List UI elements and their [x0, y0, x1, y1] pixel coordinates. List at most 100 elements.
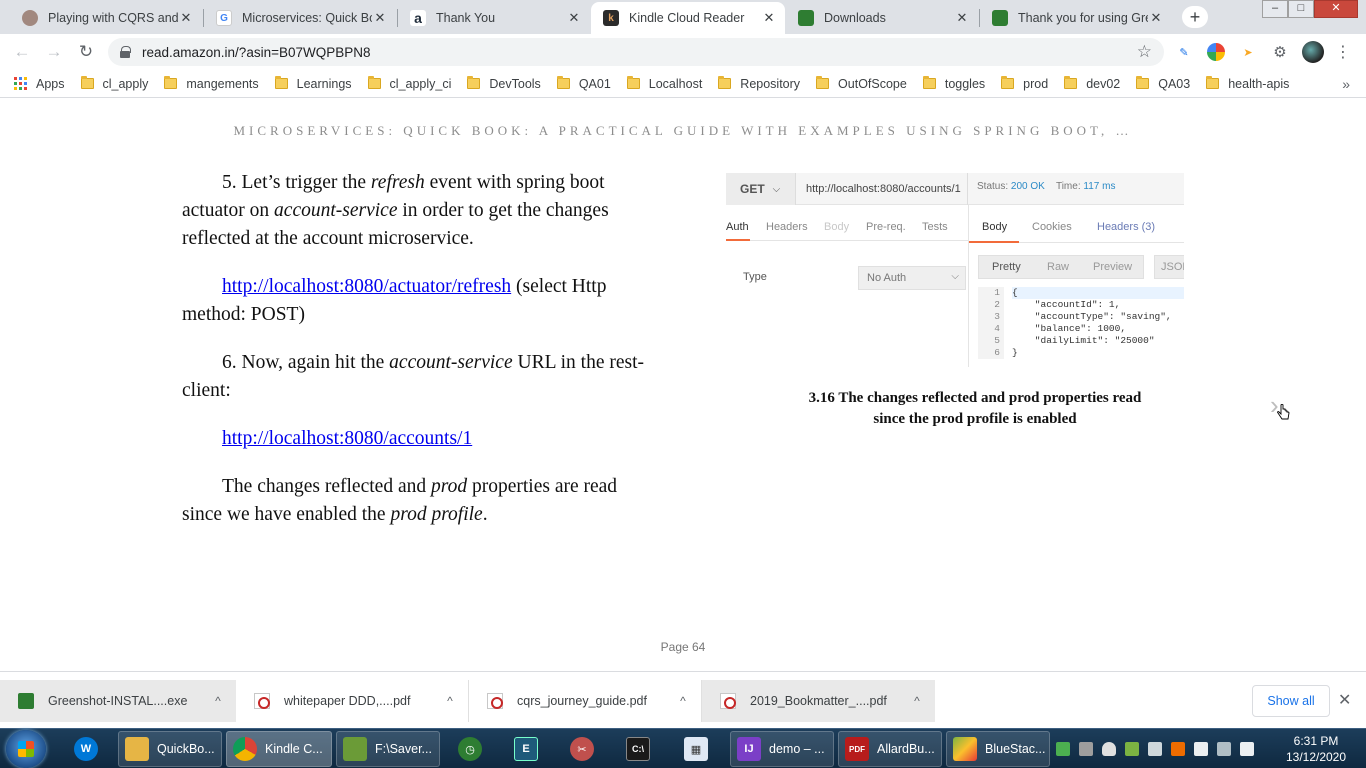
bookmark-folder[interactable]: QA01: [556, 76, 611, 91]
download-item[interactable]: Greenshot-INSTAL....exe ^: [0, 680, 236, 722]
bookmark-folder[interactable]: QA03: [1136, 76, 1191, 91]
download-item[interactable]: cqrs_journey_guide.pdf ^: [469, 680, 702, 722]
bookmark-folder[interactable]: Localhost: [626, 76, 702, 91]
taskbar-clock-app[interactable]: ◷: [452, 731, 488, 767]
folder-icon: [367, 76, 381, 89]
color-picker-icon[interactable]: [1207, 43, 1225, 61]
shield-icon[interactable]: [1102, 742, 1116, 756]
reload-button[interactable]: ↻: [74, 40, 98, 64]
line-number: 5: [978, 335, 1004, 347]
download-shelf: Greenshot-INSTAL....exe ^ whitepaper DDD…: [0, 671, 1366, 728]
bookmark-folder[interactable]: OutOfScope: [816, 76, 907, 91]
bookmark-apps[interactable]: Apps: [14, 77, 65, 91]
maximize-button[interactable]: □: [1288, 0, 1314, 18]
bluestacks-tray-icon[interactable]: [1125, 742, 1139, 756]
speaker-icon[interactable]: [1240, 742, 1254, 756]
taskbar-snipping[interactable]: ✂: [564, 731, 600, 767]
chevron-up-icon[interactable]: ^: [200, 694, 236, 708]
extension-arrow-icon[interactable]: ➤: [1239, 43, 1257, 61]
intellij-icon: IJ: [737, 737, 761, 761]
bookmark-folder[interactable]: Learnings: [274, 76, 352, 91]
bookmark-folder[interactable]: prod: [1001, 76, 1048, 91]
menu-kebab-icon[interactable]: ⋮: [1334, 43, 1352, 61]
taskbar-edge[interactable]: W: [68, 731, 104, 767]
response-view-toggle: Pretty Raw Preview: [978, 255, 1144, 279]
bookmark-folder[interactable]: dev02: [1064, 76, 1120, 91]
taskbar-bluestacks[interactable]: BlueStac...: [946, 731, 1050, 767]
system-tray: [1056, 737, 1263, 761]
back-button[interactable]: ←: [10, 40, 34, 64]
close-icon[interactable]: ✕: [1148, 10, 1164, 26]
download-item[interactable]: 2019_Bookmatter_....pdf ^: [702, 680, 935, 722]
tab-kindle-cloud-reader[interactable]: k Kindle Cloud Reader ✕: [591, 2, 785, 34]
code-line: 5 "dailyLimit": "25000": [978, 335, 1184, 347]
accounts-link[interactable]: http://localhost:8080/accounts/1: [222, 428, 472, 449]
code-line: 3 "accountType": "saving",: [978, 311, 1184, 323]
fig-tab-body: Body: [824, 221, 850, 233]
bookmark-folder[interactable]: cl_apply_ci: [367, 76, 451, 91]
tab-thank-you-greenshot[interactable]: Thank you for using Gree ✕: [980, 2, 1172, 34]
text: 5. Let’s trigger the: [222, 172, 371, 193]
volume-icon[interactable]: [1171, 742, 1185, 756]
reload-icon: ↻: [78, 42, 94, 61]
actuator-refresh-link[interactable]: http://localhost:8080/actuator/refresh: [222, 276, 511, 297]
greenshot-tray-icon[interactable]: [1056, 742, 1070, 756]
bookmark-folder[interactable]: mangements: [164, 76, 259, 91]
flag-icon[interactable]: [1194, 742, 1208, 756]
taskbar-notepad[interactable]: F:\Saver...: [336, 731, 440, 767]
bookmark-folder[interactable]: DevTools: [467, 76, 541, 91]
puzzle-icon[interactable]: ⚙: [1271, 43, 1289, 61]
minimize-button[interactable]: –: [1262, 0, 1288, 18]
system-clock[interactable]: 6:31 PM 13/12/2020: [1278, 733, 1354, 765]
taskbar-cmd[interactable]: C:\: [620, 731, 656, 767]
address-bar[interactable]: read.amazon.in/?asin=B07WQPBPN8 ☆: [108, 38, 1164, 66]
close-icon[interactable]: ✕: [566, 10, 582, 26]
tab-downloads[interactable]: Downloads ✕: [786, 2, 978, 34]
close-shelf-icon[interactable]: ✕: [1338, 690, 1351, 710]
close-icon[interactable]: ✕: [954, 10, 970, 26]
folder-icon: [556, 76, 570, 89]
chevron-up-icon[interactable]: ^: [665, 694, 701, 708]
taskbar-editor[interactable]: E: [508, 731, 544, 767]
download-item[interactable]: whitepaper DDD,....pdf ^: [236, 680, 469, 722]
taskbar-paint[interactable]: ▦: [678, 731, 714, 767]
chevron-up-icon[interactable]: ^: [899, 694, 935, 708]
eyedropper-icon[interactable]: ✎: [1175, 43, 1193, 61]
window-close-button[interactable]: ✕: [1314, 0, 1358, 18]
keyboard-icon[interactable]: [1148, 742, 1162, 756]
taskbar-explorer[interactable]: QuickBo...: [118, 731, 222, 767]
view-preview: Preview: [1093, 261, 1133, 273]
show-all-button[interactable]: Show all: [1252, 685, 1330, 717]
taskbar-label: demo – ...: [769, 742, 825, 756]
response-status: Status: 200 OK Time: 117 ms: [977, 181, 1115, 192]
taskbar-pdf-reader[interactable]: PDF AllardBu...: [838, 731, 942, 767]
code-line: 6}: [978, 347, 1184, 359]
taskbar-intellij[interactable]: IJ demo – ...: [730, 731, 834, 767]
monitor-icon[interactable]: [1217, 742, 1231, 756]
taskbar-label: BlueStac...: [985, 742, 1046, 756]
chevron-up-icon[interactable]: ^: [432, 694, 468, 708]
bookmark-folder[interactable]: Repository: [718, 76, 800, 91]
close-icon[interactable]: ✕: [178, 10, 194, 26]
bookmark-star-icon[interactable]: ☆: [1137, 42, 1152, 62]
taskbar-chrome[interactable]: Kindle C...: [226, 731, 332, 767]
bookmark-folder[interactable]: cl_apply: [80, 76, 148, 91]
bookmark-folder[interactable]: toggles: [922, 76, 985, 91]
bookmark-folder[interactable]: health-apis: [1206, 76, 1289, 91]
close-icon[interactable]: ✕: [372, 10, 388, 26]
bookmark-label: QA03: [1158, 76, 1191, 91]
network-icon[interactable]: [1079, 742, 1093, 756]
tab-microservices-quick-book[interactable]: G Microservices: Quick Boo ✕: [204, 2, 396, 34]
window-controls: – □ ✕: [1262, 0, 1358, 18]
new-tab-button[interactable]: +: [1182, 6, 1208, 28]
profile-avatar[interactable]: [1302, 41, 1324, 63]
bookmarks-overflow-icon[interactable]: »: [1342, 76, 1350, 92]
close-icon[interactable]: ✕: [761, 10, 777, 26]
address-url[interactable]: read.amazon.in/?asin=B07WQPBPN8: [142, 45, 1137, 60]
bookmark-label: Apps: [36, 76, 65, 91]
start-button[interactable]: [6, 730, 46, 768]
tab-playing-with-cqrs[interactable]: Playing with CQRS and E ✕: [10, 2, 202, 34]
forward-button[interactable]: →: [42, 40, 66, 64]
tab-thank-you[interactable]: a Thank You ✕: [398, 2, 590, 34]
line-number: 4: [978, 323, 1004, 335]
